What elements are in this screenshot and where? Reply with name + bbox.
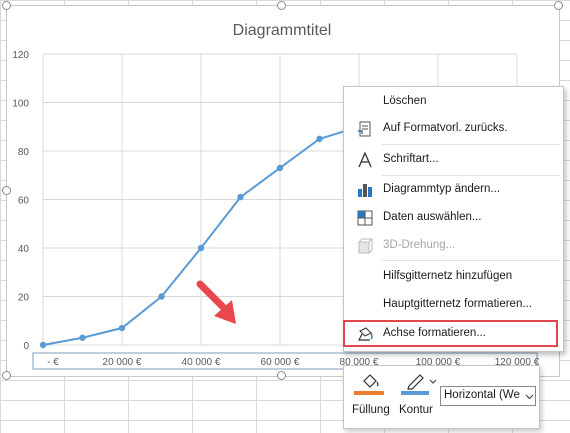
menu-separator bbox=[382, 260, 560, 261]
data-point[interactable] bbox=[316, 135, 323, 143]
format-axis-highlight bbox=[343, 320, 558, 347]
y-tick-label: 0 bbox=[23, 341, 29, 352]
y-axis-tick-labels: 0 20 40 60 80 100 120 bbox=[12, 50, 29, 352]
y-tick-label: 60 bbox=[18, 196, 30, 207]
menu-item-label: Auf Formatvorl. zurücks. bbox=[383, 122, 508, 134]
menu-item-change-chart-type[interactable]: Diagrammtyp ändern... bbox=[344, 178, 563, 202]
menu-item-label: Diagrammtyp ändern... bbox=[383, 183, 500, 195]
resize-handle-middle-left[interactable] bbox=[2, 186, 11, 195]
menu-item-delete[interactable]: Löschen bbox=[344, 90, 563, 114]
menu-item-label: Daten auswählen... bbox=[383, 211, 482, 223]
chart-type-icon bbox=[358, 184, 372, 197]
menu-item-3d-rotation: 3D-Drehung... bbox=[344, 234, 563, 258]
chart-element-select[interactable]: Horizontal (We bbox=[440, 386, 536, 406]
3d-rotation-icon bbox=[358, 238, 374, 254]
data-point[interactable] bbox=[197, 244, 205, 252]
context-menu: Löschen Auf Formatvorl. zurücks. Schrift… bbox=[343, 86, 564, 352]
menu-item-label: Schriftart... bbox=[383, 153, 439, 165]
data-point[interactable] bbox=[118, 324, 126, 332]
data-point[interactable] bbox=[237, 193, 244, 201]
x-tick-label[interactable]: 40 000 € bbox=[182, 357, 221, 368]
x-tick-label[interactable]: 20 000 € bbox=[103, 357, 142, 368]
chevron-down-icon bbox=[525, 394, 534, 400]
data-point[interactable] bbox=[158, 293, 165, 300]
data-point[interactable] bbox=[79, 334, 86, 341]
resize-handle-top-left[interactable] bbox=[2, 1, 11, 10]
resize-handle-bottom-left[interactable] bbox=[2, 371, 11, 380]
menu-item-label: Hauptgitternetz formatieren... bbox=[383, 298, 532, 310]
paint-bucket-icon bbox=[363, 374, 379, 388]
outline-button[interactable]: Kontur bbox=[397, 370, 439, 424]
y-tick-label: 40 bbox=[18, 244, 30, 255]
x-tick-label[interactable]: - € bbox=[47, 357, 59, 368]
menu-item-format-major-gridlines[interactable]: Hauptgitternetz formatieren... bbox=[344, 293, 563, 317]
font-icon bbox=[358, 151, 372, 168]
mini-toolbar: Füllung Kontur Horizontal (We bbox=[343, 365, 540, 429]
chart-element-select-value: Horizontal (We bbox=[444, 389, 520, 401]
y-tick-label: 80 bbox=[18, 147, 30, 158]
annotation-arrow bbox=[196, 280, 236, 324]
fill-button[interactable]: Füllung bbox=[350, 370, 392, 424]
menu-item-label: Löschen bbox=[383, 95, 427, 107]
chart-title[interactable]: Diagrammtitel bbox=[233, 22, 332, 39]
resize-handle-top-right[interactable] bbox=[554, 1, 563, 10]
reset-format-icon bbox=[358, 121, 371, 137]
menu-item-font[interactable]: Schriftart... bbox=[344, 148, 563, 172]
outline-color-swatch bbox=[401, 391, 429, 395]
data-point[interactable] bbox=[276, 164, 284, 172]
menu-item-select-data[interactable]: Daten auswählen... bbox=[344, 206, 563, 230]
pen-icon bbox=[407, 374, 424, 390]
x-tick-label[interactable]: 60 000 € bbox=[261, 357, 300, 368]
menu-item-reset-style[interactable]: Auf Formatvorl. zurücks. bbox=[344, 117, 563, 141]
y-tick-label: 120 bbox=[12, 50, 29, 61]
menu-item-add-minor-gridlines[interactable]: Hilfsgitternetz hinzufügen bbox=[344, 265, 563, 289]
menu-item-label: 3D-Drehung... bbox=[383, 239, 456, 251]
fill-color-swatch bbox=[354, 391, 384, 395]
data-point[interactable] bbox=[39, 341, 47, 349]
menu-item-label: Hilfsgitternetz hinzufügen bbox=[383, 270, 513, 282]
resize-handle-bottom-center[interactable] bbox=[277, 371, 286, 380]
chevron-down-icon bbox=[429, 379, 437, 384]
outline-label: Kontur bbox=[399, 404, 433, 416]
menu-separator bbox=[382, 144, 560, 145]
y-tick-label: 20 bbox=[18, 293, 30, 304]
select-data-icon bbox=[357, 210, 373, 226]
menu-separator bbox=[382, 175, 560, 176]
fill-label: Füllung bbox=[352, 404, 390, 416]
resize-handle-top-center[interactable] bbox=[277, 1, 286, 10]
y-tick-label: 100 bbox=[12, 99, 29, 110]
